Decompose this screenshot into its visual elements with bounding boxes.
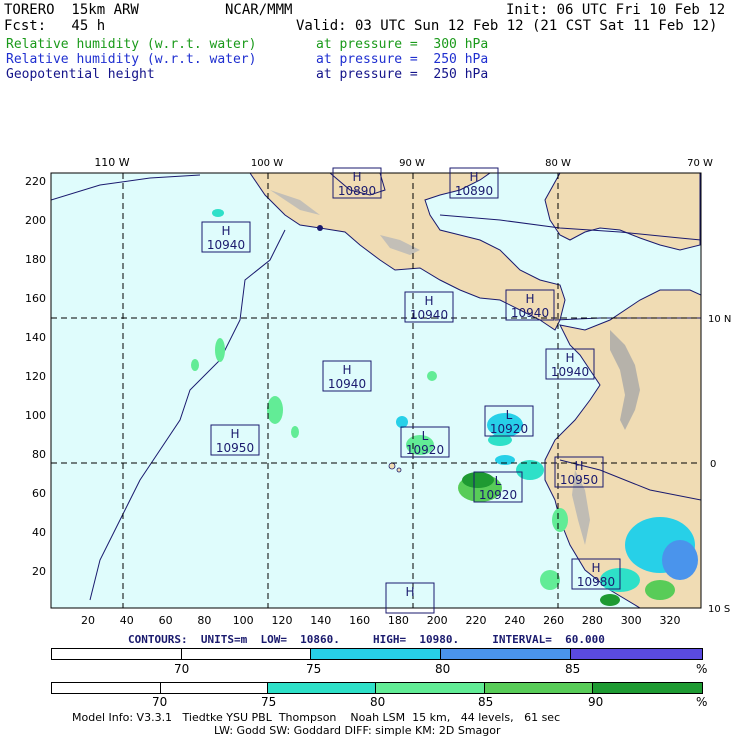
- model-info: Model Info: V3.3.1 Tiedtke YSU PBL Thomp…: [72, 711, 561, 724]
- pressure-center-value: 10940: [551, 365, 589, 379]
- x-tick-label: 320: [660, 614, 681, 627]
- x-tick-label: 120: [272, 614, 293, 627]
- x-tick-label: 100: [233, 614, 254, 627]
- lon-label-110w: 110 W: [94, 156, 129, 169]
- colorbar1-label-70: 70: [174, 662, 190, 676]
- colorbar1-label-85: 85: [565, 662, 581, 676]
- pressure-center-type: H: [352, 170, 361, 184]
- lon-label-80w: 80 W: [545, 158, 571, 169]
- colorbar1-label-80: 80: [435, 662, 451, 676]
- pressure-center-value: 10980: [577, 575, 615, 589]
- colorbar2-label-90: 90: [588, 695, 604, 709]
- pressure-center-value: 10890: [455, 184, 493, 198]
- x-tick-label: 180: [388, 614, 409, 627]
- field-3-level: at pressure = 250 hPa: [316, 67, 489, 82]
- x-tick-label: 160: [349, 614, 370, 627]
- galapagos-island: [396, 467, 402, 473]
- physics-info: LW: Godd SW: Goddard DIFF: simple KM: 2D…: [214, 724, 501, 737]
- y-tick-label: 80: [32, 448, 46, 461]
- x-tick-label: 60: [159, 614, 173, 627]
- pressure-center-type: H: [574, 459, 583, 473]
- x-tick-label: 300: [621, 614, 642, 627]
- field-2-level: at pressure = 250 hPa: [316, 52, 489, 67]
- y-tick-label: 180: [25, 253, 46, 266]
- pressure-center-value: 10940: [511, 306, 549, 320]
- pressure-center-type: H: [424, 294, 433, 308]
- y-tick-label: 20: [32, 565, 46, 578]
- init-time: Init: 06 UTC Fri 10 Feb 12: [506, 2, 726, 18]
- pressure-center-type: H: [342, 363, 351, 377]
- pressure-center-type: H: [591, 561, 600, 575]
- pressure-center-type: H: [525, 292, 534, 306]
- y-tick-label: 220: [25, 175, 46, 188]
- forecast-hour: Fcst: 45 h: [4, 18, 106, 34]
- colorbar2-label-80: 80: [370, 695, 386, 709]
- galapagos-island: [388, 462, 396, 470]
- x-tick-label: 80: [197, 614, 211, 627]
- x-tick-label: 200: [427, 614, 448, 627]
- y-tick-label: 120: [25, 370, 46, 383]
- pressure-center-type: H: [221, 224, 230, 238]
- pressure-center-type: H: [230, 427, 239, 441]
- lon-label-100w: 100 W: [251, 158, 283, 169]
- lat-label-10n: 10 N: [708, 314, 731, 325]
- y-tick-label: 140: [25, 331, 46, 344]
- y-tick-label: 60: [32, 487, 46, 500]
- colorbar1-label-75: 75: [306, 662, 322, 676]
- model-title: TORERO 15km ARW: [4, 2, 139, 18]
- x-tick-label: 20: [81, 614, 95, 627]
- weather-map: 110 W 100 W 90 W 80 W 70 W 10 N 0 10 S 2…: [25, 156, 731, 627]
- colorbar2-label-70: 70: [152, 695, 168, 709]
- colorbar2-label-75: 75: [261, 695, 277, 709]
- x-tick-label: 280: [582, 614, 603, 627]
- contour-info: CONTOURS: UNITS=m LOW= 10860. HIGH= 1098…: [128, 633, 605, 646]
- field-1-level: at pressure = 300 hPa: [316, 37, 489, 52]
- pressure-center-type: L: [506, 408, 513, 422]
- lat-label-0: 0: [710, 459, 716, 470]
- y-tick-label: 40: [32, 526, 46, 539]
- y-tick-label: 160: [25, 292, 46, 305]
- org-label: NCAR/MMM: [225, 2, 293, 18]
- pressure-center-value: 10940: [410, 308, 448, 322]
- y-tick-label: 200: [25, 214, 46, 227]
- pressure-center-value: 10940: [207, 238, 245, 252]
- lat-label-10s: 10 S: [708, 604, 730, 615]
- colorbar-300hpa: [51, 682, 703, 694]
- pressure-center-value: 10890: [338, 184, 376, 198]
- field-2-name: Relative humidity (w.r.t. water): [6, 52, 257, 67]
- pressure-center-value: 10950: [216, 441, 254, 455]
- pressure-center-value: 10920: [406, 443, 444, 457]
- y-tick-label: 100: [25, 409, 46, 422]
- lon-label-70w: 70 W: [687, 158, 713, 169]
- lon-label-90w: 90 W: [399, 158, 425, 169]
- colorbar2-label-percent: %: [696, 695, 708, 709]
- valid-time: Valid: 03 UTC Sun 12 Feb 12 (21 CST Sat …: [296, 18, 718, 34]
- x-tick-label: 40: [120, 614, 134, 627]
- pressure-center-value: 10920: [479, 488, 517, 502]
- pressure-center-type: H: [469, 170, 478, 184]
- pressure-center-value: 10940: [328, 377, 366, 391]
- x-tick-label: 240: [504, 614, 525, 627]
- pressure-center-type: L: [422, 429, 429, 443]
- field-1-name: Relative humidity (w.r.t. water): [6, 37, 257, 52]
- pressure-center-type: H: [405, 585, 414, 599]
- pressure-center-value: 10920: [490, 422, 528, 436]
- x-tick-label: 140: [310, 614, 331, 627]
- pressure-center-value: 10950: [560, 473, 598, 487]
- x-tick-label: 220: [466, 614, 487, 627]
- pressure-center-type: L: [495, 474, 502, 488]
- colorbar-250hpa: [51, 648, 703, 660]
- pressure-center-type: H: [565, 351, 574, 365]
- colorbar2-label-85: 85: [478, 695, 494, 709]
- colorbar1-label-percent: %: [696, 662, 708, 676]
- field-3-name: Geopotential height: [6, 67, 155, 82]
- x-tick-label: 260: [543, 614, 564, 627]
